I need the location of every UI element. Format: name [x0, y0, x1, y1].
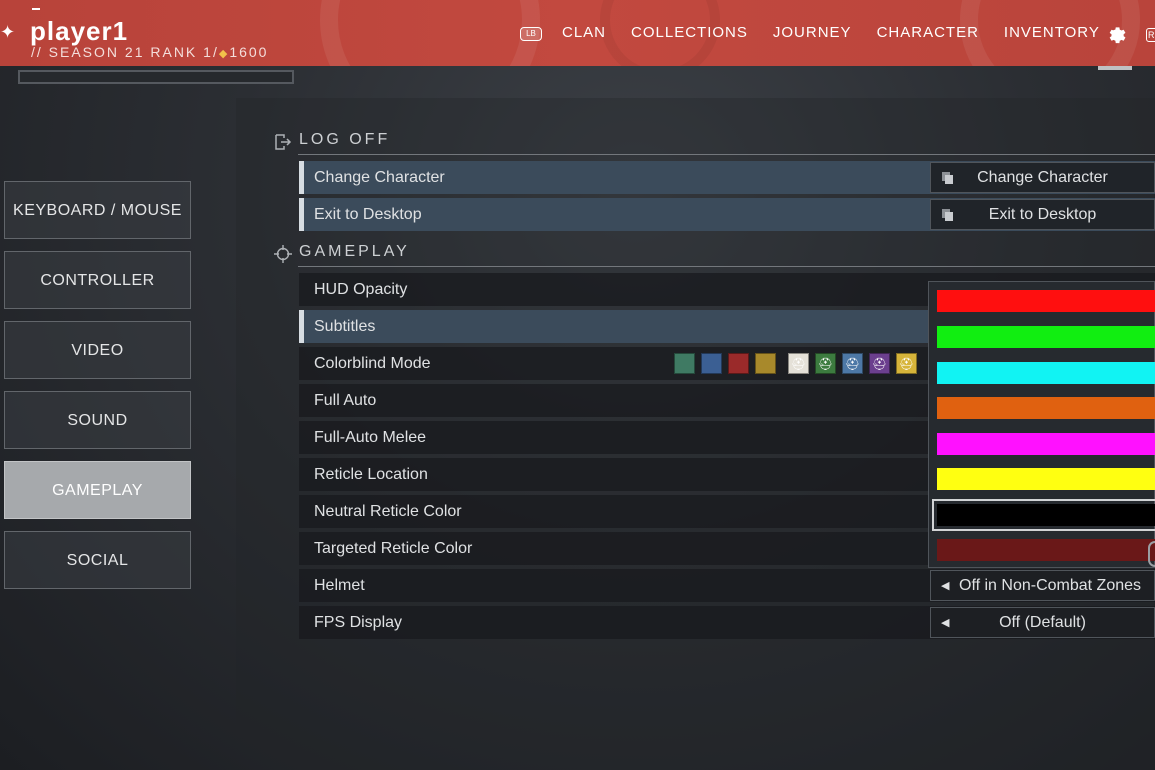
- setting-label: Reticle Location: [314, 466, 428, 483]
- section-divider: [298, 154, 1155, 155]
- nav-journey[interactable]: JOURNEY: [773, 24, 852, 41]
- gear-icon[interactable]: [1104, 22, 1126, 44]
- setting-label: Targeted Reticle Color: [314, 540, 473, 557]
- selector-value: Off (Default): [999, 614, 1086, 631]
- nav-character[interactable]: CHARACTER: [877, 24, 979, 41]
- menu-social[interactable]: SOCIAL: [4, 531, 191, 589]
- rank-diamond-icon: ◆: [218, 48, 230, 60]
- color-option[interactable]: [932, 499, 1155, 531]
- colorblind-swatch: [755, 353, 776, 374]
- setting-row-fps-display[interactable]: FPS Display ◀ Off (Default): [299, 606, 1155, 639]
- colorblind-swatches: ⛑ ⛑ ⛑ ⛑ ⛑: [674, 353, 923, 374]
- background-emblem: [320, 0, 540, 66]
- menu-gameplay[interactable]: GAMEPLAY: [4, 461, 191, 519]
- exit-to-desktop-button[interactable]: Exit to Desktop: [930, 199, 1155, 230]
- section-divider: [298, 266, 1155, 267]
- selector-value: Off in Non-Combat Zones: [959, 577, 1142, 594]
- rank-points: 1600: [229, 44, 269, 60]
- setting-label: FPS Display: [314, 614, 403, 631]
- color-option[interactable]: [937, 468, 1155, 490]
- reticle-color-dropdown: [928, 281, 1155, 568]
- logout-icon: [275, 134, 292, 150]
- season-rank-text: SEASON 21 RANK 1/: [48, 44, 219, 60]
- helmet-swatch-icon: ⛑: [869, 353, 890, 374]
- name-dash: [32, 8, 40, 10]
- nav-collections[interactable]: COLLECTIONS: [631, 24, 748, 41]
- color-option[interactable]: [937, 539, 1155, 561]
- ghost-emblem-icon: ✦: [0, 22, 16, 42]
- colorblind-swatch: [674, 353, 695, 374]
- top-nav: LB CLAN COLLECTIONS JOURNEY CHARACTER IN…: [520, 24, 1125, 41]
- crosshair-icon: [274, 245, 292, 263]
- helmet-selector[interactable]: ◀ Off in Non-Combat Zones: [930, 570, 1155, 601]
- settings-category-menu: KEYBOARD / MOUSE CONTROLLER VIDEO SOUND …: [4, 181, 192, 601]
- color-option[interactable]: [937, 362, 1155, 384]
- helmet-swatch-icon: ⛑: [842, 353, 863, 374]
- button-label: Exit to Desktop: [988, 206, 1097, 223]
- rank-prefix: //: [31, 44, 49, 60]
- color-option[interactable]: [937, 433, 1155, 455]
- setting-label: HUD Opacity: [314, 281, 408, 298]
- setting-row-helmet[interactable]: Helmet ◀ Off in Non-Combat Zones: [299, 569, 1155, 602]
- setting-label: Subtitles: [314, 318, 376, 335]
- change-character-button[interactable]: Change Character: [930, 162, 1155, 193]
- menu-video[interactable]: VIDEO: [4, 321, 191, 379]
- setting-label: Colorblind Mode: [314, 355, 431, 372]
- top-bar: ✦ player1 // SEASON 21 RANK 1/◆1600 LB C…: [0, 0, 1155, 66]
- setting-label: Change Character: [314, 169, 445, 186]
- setting-row-change-character[interactable]: Change Character Change Character: [299, 161, 1155, 194]
- section-title: GAMEPLAY: [299, 243, 410, 260]
- color-option[interactable]: [937, 326, 1155, 348]
- lb-button-icon: LB: [520, 26, 542, 41]
- rb-button-icon: R: [1146, 28, 1155, 42]
- section-title: LOG OFF: [299, 131, 391, 148]
- setting-label: Neutral Reticle Color: [314, 503, 462, 520]
- nav-inventory[interactable]: INVENTORY: [1004, 24, 1100, 41]
- colorblind-swatch: [728, 353, 749, 374]
- setting-label: Full-Auto Melee: [314, 429, 427, 446]
- scroll-indicator: [1098, 66, 1132, 70]
- nav-clan[interactable]: CLAN: [562, 24, 606, 41]
- row-accent: [299, 310, 304, 343]
- section-gameplay: GAMEPLAY: [274, 243, 1155, 267]
- setting-label: Helmet: [314, 577, 365, 594]
- rank-progress-bar: [18, 70, 294, 84]
- row-accent: [299, 198, 304, 231]
- fps-display-selector[interactable]: ◀ Off (Default): [930, 607, 1155, 638]
- helmet-swatch-icon: ⛑: [896, 353, 917, 374]
- button-label: Change Character: [977, 169, 1108, 186]
- dropdown-scroll-knob[interactable]: [1148, 541, 1155, 567]
- menu-sound[interactable]: SOUND: [4, 391, 191, 449]
- row-accent: [299, 161, 304, 194]
- colorblind-swatch: [701, 353, 722, 374]
- menu-controller[interactable]: CONTROLLER: [4, 251, 191, 309]
- color-option[interactable]: [937, 290, 1155, 312]
- helmet-swatch-icon: ⛑: [815, 353, 836, 374]
- setting-label: Full Auto: [314, 392, 377, 409]
- season-rank: // SEASON 21 RANK 1/◆1600: [31, 44, 268, 60]
- section-logoff: LOG OFF: [274, 131, 1155, 155]
- helmet-swatch-icon: ⛑: [788, 353, 809, 374]
- menu-keyboard-mouse[interactable]: KEYBOARD / MOUSE: [4, 181, 191, 239]
- setting-label: Exit to Desktop: [314, 206, 422, 223]
- color-option[interactable]: [937, 397, 1155, 419]
- player-name: player1: [30, 16, 129, 46]
- setting-row-exit-to-desktop[interactable]: Exit to Desktop Exit to Desktop: [299, 198, 1155, 231]
